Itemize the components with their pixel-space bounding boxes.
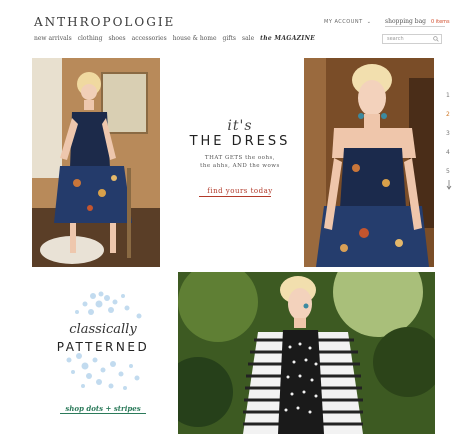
- arrow-down-icon[interactable]: [446, 180, 452, 190]
- model-photo-seated[interactable]: [32, 58, 160, 267]
- search-icon[interactable]: [433, 36, 439, 42]
- search-placeholder: search: [387, 36, 404, 42]
- model-photo-striped-blazer[interactable]: [178, 272, 435, 434]
- find-yours-today-link[interactable]: find yours today: [176, 187, 304, 195]
- model-photo-seated-art: [32, 58, 160, 267]
- nav-item-shoes[interactable]: shoes: [108, 35, 125, 42]
- nav-item-magazine[interactable]: the MAGAZINE: [260, 35, 315, 42]
- my-account-label: MY ACCOUNT: [324, 19, 363, 25]
- promo-dress-line1: it's: [227, 118, 253, 134]
- shopping-bag-link[interactable]: shopping bag 0 items: [385, 18, 450, 25]
- bag-item-count: 0 items: [430, 19, 450, 25]
- pager-page-5[interactable]: 5: [446, 168, 450, 175]
- promo-dress-headline: THE DRESS: [189, 134, 291, 149]
- model-photo-closeup[interactable]: [304, 58, 434, 267]
- header-divider: [385, 26, 445, 27]
- pager-page-1[interactable]: 1: [446, 92, 450, 99]
- model-photo-striped-blazer-art: [178, 272, 435, 434]
- pager-page-3[interactable]: 3: [446, 130, 450, 137]
- chevron-down-icon: ⌄: [366, 19, 372, 25]
- search-input[interactable]: search: [382, 34, 442, 44]
- site-logo[interactable]: ANTHROPOLOGIE: [34, 15, 175, 29]
- nav-item-new-arrivals[interactable]: new arrivals: [34, 35, 72, 42]
- find-yours-underline: [199, 196, 271, 197]
- nav-item-sale[interactable]: sale: [242, 35, 254, 42]
- pager-page-2[interactable]: 2: [446, 111, 450, 118]
- model-photo-closeup-art: [304, 58, 434, 267]
- nav-item-house-home[interactable]: house & home: [173, 35, 217, 42]
- promo-pattern-line1: classically: [69, 322, 137, 337]
- nav-item-accessories[interactable]: accessories: [132, 35, 167, 42]
- promo-dress-tagline-2: the ahhs, AND the wows: [200, 163, 280, 169]
- nav-item-clothing[interactable]: clothing: [78, 35, 103, 42]
- shop-dots-stripes-link[interactable]: shop dots + stripes: [32, 404, 174, 413]
- pager-page-4[interactable]: 4: [446, 149, 450, 156]
- promo-pattern-headline: PATTERNED: [56, 340, 150, 354]
- shopping-bag-label: shopping bag: [385, 18, 427, 25]
- promo-dress-tagline-1: THAT GETS the oohs,: [204, 155, 276, 161]
- nav-item-gifts[interactable]: gifts: [223, 35, 236, 42]
- shop-dots-stripes-underline: [60, 413, 146, 414]
- main-nav: new arrivals clothing shoes accessories …: [34, 35, 315, 42]
- my-account-menu[interactable]: MY ACCOUNT ⌄: [324, 19, 371, 25]
